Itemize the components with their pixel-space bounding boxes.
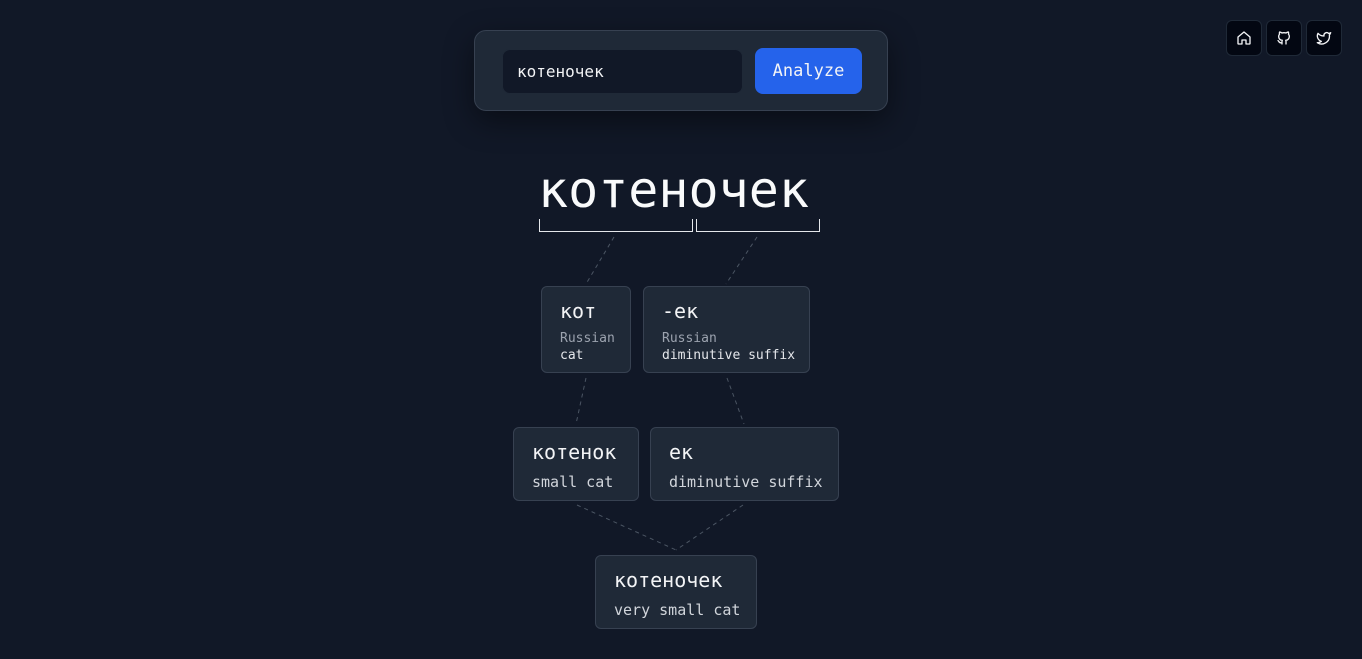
twitter-button[interactable] [1306,20,1342,56]
result-meaning: very small cat [614,601,741,619]
intermediate-meaning: small cat [532,473,614,491]
intermediate-card-kotenok[interactable]: котенок small cat [513,427,639,501]
root-language: Russian [560,331,615,346]
word-input[interactable] [502,49,743,94]
root-card-suffix[interactable]: -ек Russian diminutive suffix [643,286,810,373]
intermediate-form: ек [669,440,694,464]
root-meaning: diminutive suffix [662,348,796,363]
connector-root [585,236,615,285]
connector-suffix-intermediate [726,377,745,425]
morpheme-bracket-root [539,219,693,232]
analyzed-word: котеночек [538,161,809,219]
morpheme-bracket-suffix [696,219,820,232]
root-language: Russian [662,331,717,346]
root-form: кот [560,299,597,323]
connector-suffix [725,236,758,285]
home-icon [1237,31,1251,45]
connector-right-result [675,504,744,551]
connector-root-intermediate [575,377,587,425]
intermediate-card-ek[interactable]: ек diminutive suffix [650,427,839,501]
etymology-page: Analyze котеночек кот Russian c [0,0,1362,659]
home-button[interactable] [1226,20,1262,56]
intermediate-meaning: diminutive suffix [669,473,823,491]
root-form: -ек [662,299,699,323]
twitter-icon [1316,31,1332,45]
result-card[interactable]: котеночек very small cat [595,555,757,629]
search-panel: Analyze [474,30,888,111]
analyze-button[interactable]: Analyze [755,48,862,94]
result-form: котеночек [614,568,723,592]
github-button[interactable] [1266,20,1302,56]
connector-left-result [576,504,677,551]
root-meaning: cat [560,348,584,363]
github-icon [1277,31,1290,45]
intermediate-form: котенок [532,440,617,464]
root-card-kot[interactable]: кот Russian cat [541,286,631,373]
